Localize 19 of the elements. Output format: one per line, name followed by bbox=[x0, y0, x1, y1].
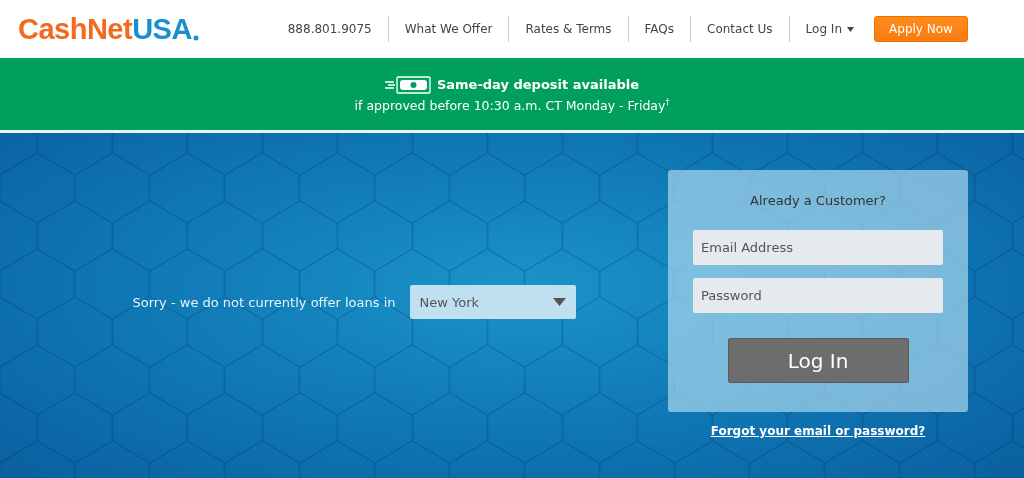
nav-link[interactable]: FAQs bbox=[627, 16, 691, 42]
login-menu[interactable]: Log In bbox=[788, 16, 870, 42]
forgot-link[interactable]: Forgot your email or password? bbox=[710, 424, 926, 438]
banner-subline: if approved before 10:30 a.m. CT Monday - Friday$^{†}$ bbox=[354, 97, 670, 114]
caret-icon bbox=[552, 298, 566, 306]
caret-icon bbox=[847, 26, 854, 32]
nav-link[interactable]: Contact Us bbox=[690, 16, 789, 42]
state-notice: Sorry - we do not currently offer loans in bbox=[132, 294, 396, 310]
password-field[interactable]: Password bbox=[693, 278, 943, 313]
login-title: Already a Customer? bbox=[750, 193, 886, 208]
phone-number[interactable]: 888.801.9075 bbox=[271, 16, 388, 42]
logo[interactable]: CashNetUSA bbox=[18, 12, 199, 46]
login-button[interactable]: Log In bbox=[727, 338, 909, 383]
state-select[interactable]: New York bbox=[409, 285, 576, 319]
nav-link[interactable]: Rates & Terms bbox=[508, 16, 628, 42]
nav-link[interactable]: What We Offer bbox=[387, 16, 509, 42]
banner-headline: Same-day deposit available bbox=[436, 77, 640, 93]
email-field[interactable]: Email Address bbox=[693, 230, 943, 265]
money-icon bbox=[384, 74, 431, 95]
